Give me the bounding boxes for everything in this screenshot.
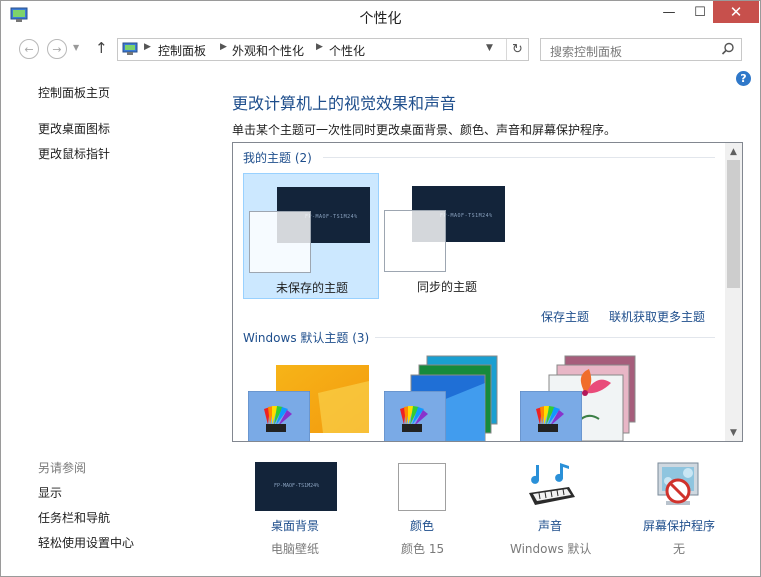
control-panel-icon xyxy=(122,42,138,55)
address-dropdown-chevron-icon[interactable]: ▼ xyxy=(486,43,493,53)
color-palette-icon xyxy=(520,391,582,441)
breadcrumb-personalization[interactable]: 个性化 xyxy=(329,42,365,59)
theme-windows[interactable] xyxy=(243,353,379,441)
save-theme-link[interactable]: 保存主题 xyxy=(541,308,589,325)
desktop-background-label[interactable]: 桌面背景 xyxy=(271,517,319,534)
breadcrumb-control-panel[interactable]: 控制面板 xyxy=(158,42,206,59)
screensaver-value: 无 xyxy=(673,542,686,556)
sound-icon[interactable] xyxy=(525,461,577,511)
theme-color-swatch xyxy=(249,211,311,273)
personalization-window: 个性化 — ☐ ✕ ← → ▼ ↑ ▶ 控制面板 ▶ 外观和个性化 ▶ 个性化 … xyxy=(0,0,761,577)
scroll-down-arrow-icon[interactable]: ▼ xyxy=(725,424,742,441)
sidebar-control-panel-home[interactable]: 控制面板主页 xyxy=(38,84,110,101)
color-label[interactable]: 颜色 xyxy=(410,517,434,534)
back-button[interactable]: ← xyxy=(19,39,39,59)
screensaver-label[interactable]: 屏幕保护程序 xyxy=(643,517,715,534)
scroll-thumb[interactable] xyxy=(727,160,740,288)
breadcrumb-separator-icon[interactable]: ▶ xyxy=(144,42,151,52)
my-themes-header: 我的主题 (2) xyxy=(243,151,312,165)
page-description: 单击某个主题可一次性同时更改桌面背景、颜色、声音和屏幕保护程序。 xyxy=(232,123,617,137)
sidebar-change-mouse-pointers[interactable]: 更改鼠标指针 xyxy=(38,145,110,162)
screensaver-icon[interactable] xyxy=(654,461,704,511)
breadcrumb-appearance[interactable]: 外观和个性化 xyxy=(232,42,304,59)
minimize-button[interactable]: — xyxy=(654,1,684,23)
search-input[interactable]: 搜索控制面板 xyxy=(540,38,742,61)
sidebar-change-desktop-icons[interactable]: 更改桌面图标 xyxy=(38,120,110,137)
color-palette-icon xyxy=(248,391,310,441)
theme-label: 同步的主题 xyxy=(416,280,477,294)
see-also-label: 另请参阅 xyxy=(38,461,87,475)
desktop-background-value: 电脑壁纸 xyxy=(271,542,320,556)
themes-list[interactable]: 我的主题 (2) FP-MAOF-TS1M24% 未保存的主题 FP-MAOF-… xyxy=(232,142,743,442)
see-also-ease-of-access[interactable]: 轻松使用设置中心 xyxy=(38,534,134,551)
sound-label[interactable]: 声音 xyxy=(538,517,562,534)
refresh-button[interactable]: ↻ xyxy=(506,39,528,60)
get-more-themes-link[interactable]: 联机获取更多主题 xyxy=(609,308,705,325)
recent-locations-chevron-icon[interactable]: ▼ xyxy=(73,43,79,52)
scroll-up-arrow-icon[interactable]: ▲ xyxy=(725,143,742,160)
title-bar: 个性化 — ☐ ✕ xyxy=(1,1,760,33)
themes-scrollbar[interactable]: ▲ ▼ xyxy=(725,143,742,441)
color-palette-icon xyxy=(384,391,446,441)
desktop-background-icon[interactable]: FP-MAOF-TS1M24% xyxy=(255,462,337,511)
close-button[interactable]: ✕ xyxy=(713,1,759,23)
theme-unsaved[interactable]: FP-MAOF-TS1M24% 未保存的主题 xyxy=(243,173,379,299)
section-divider xyxy=(375,337,715,338)
see-also-display[interactable]: 显示 xyxy=(38,484,62,501)
window-title: 个性化 xyxy=(359,11,402,27)
sound-value: Windows 默认 xyxy=(510,542,592,556)
section-divider xyxy=(323,157,715,158)
forward-button[interactable]: → xyxy=(47,39,67,59)
theme-flowers[interactable] xyxy=(515,353,651,441)
theme-color-swatch xyxy=(384,210,446,272)
windows-default-themes-header: Windows 默认主题 (3) xyxy=(243,331,370,345)
search-placeholder: 搜索控制面板 xyxy=(550,45,623,59)
maximize-button[interactable]: ☐ xyxy=(685,1,715,23)
breadcrumb-separator-icon[interactable]: ▶ xyxy=(220,42,227,52)
breadcrumb-separator-icon[interactable]: ▶ xyxy=(316,42,323,52)
thumbnail-text: FP-MAOF-TS1M24% xyxy=(305,214,358,220)
up-button[interactable]: ↑ xyxy=(95,39,108,57)
color-value: 颜色 15 xyxy=(401,542,445,556)
search-icon[interactable] xyxy=(721,42,735,56)
color-icon[interactable] xyxy=(398,463,446,511)
navigation-bar: ← → ▼ ↑ ▶ 控制面板 ▶ 外观和个性化 ▶ 个性化 ▼ ↻ 搜索控制面板 xyxy=(1,35,760,65)
help-icon[interactable]: ? xyxy=(736,71,751,86)
thumbnail-text: FP-MAOF-TS1M24% xyxy=(274,483,320,489)
page-title: 更改计算机上的视觉效果和声音 xyxy=(232,94,457,113)
theme-synced[interactable]: FP-MAOF-TS1M24% 同步的主题 xyxy=(379,173,515,299)
address-bar[interactable]: ▶ 控制面板 ▶ 外观和个性化 ▶ 个性化 ▼ ↻ xyxy=(117,38,529,61)
theme-lines-and-colors[interactable] xyxy=(379,353,515,441)
see-also-taskbar-navigation[interactable]: 任务栏和导航 xyxy=(38,509,110,526)
thumbnail-text: FP-MAOF-TS1M24% xyxy=(440,213,493,219)
theme-label: 未保存的主题 xyxy=(275,281,348,295)
